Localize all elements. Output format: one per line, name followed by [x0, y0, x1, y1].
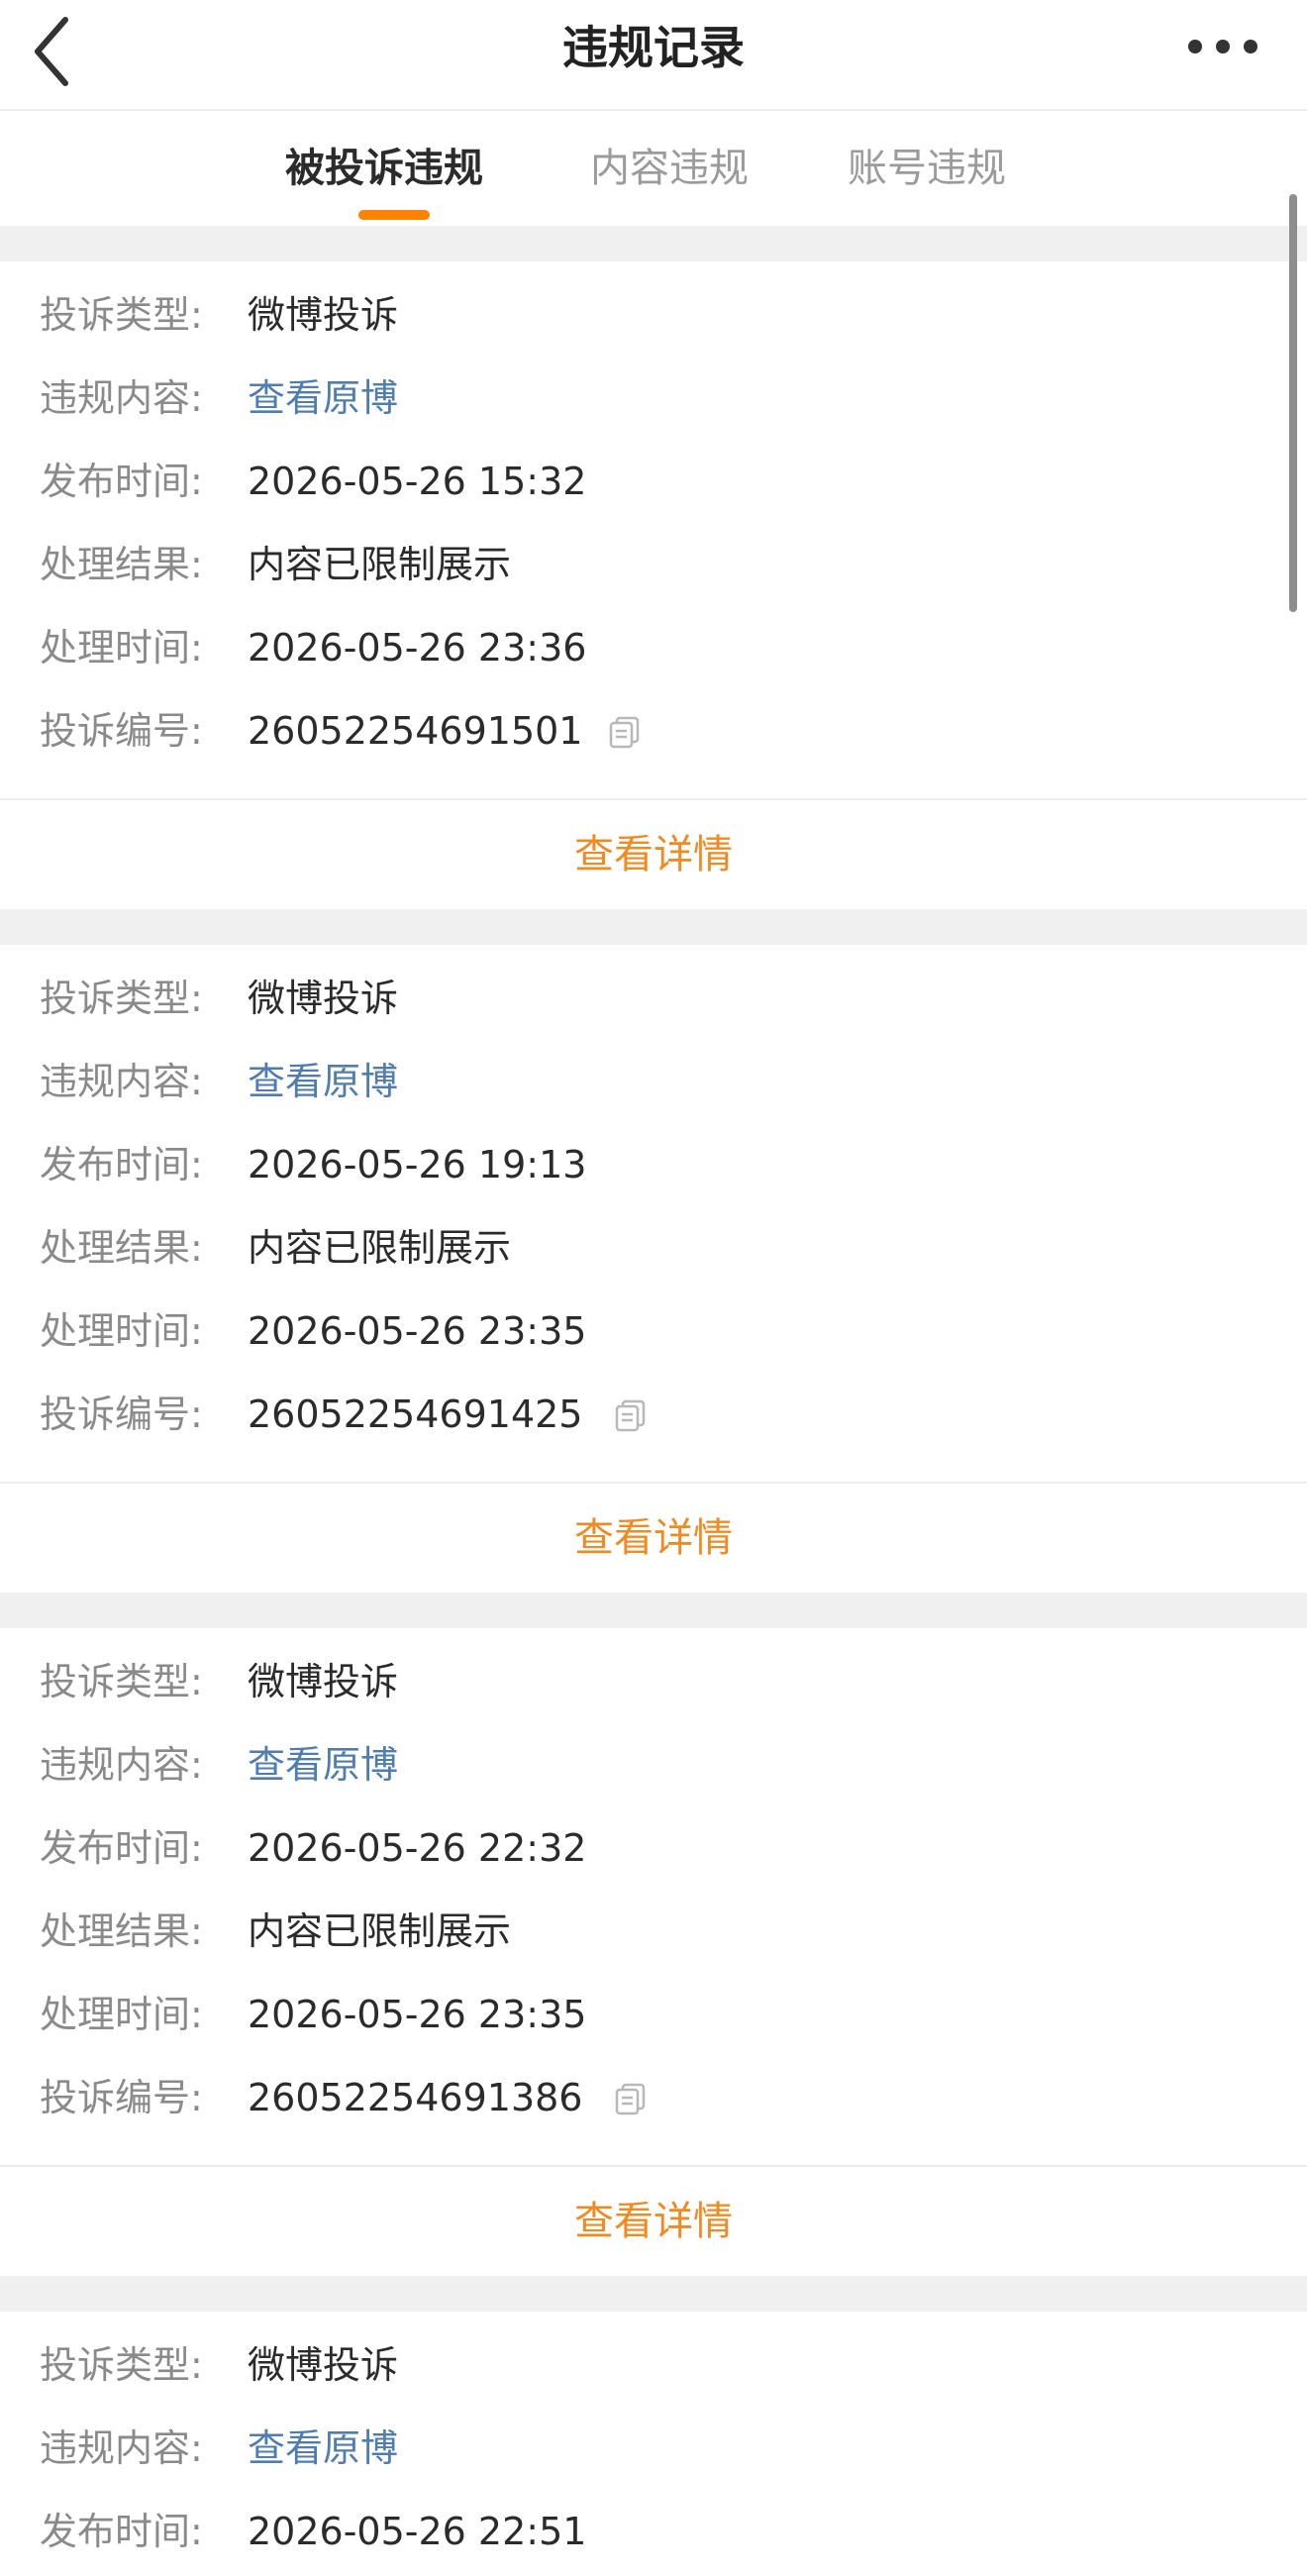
- copy-icon[interactable]: [614, 2082, 648, 2115]
- complaint-type-value: 微博投诉: [248, 1660, 399, 1703]
- record-row-content: 违规内容: 查看原博: [0, 1735, 1307, 1795]
- field-label: 发布时间:: [40, 1826, 203, 1870]
- more-horizontal-icon: [1216, 40, 1230, 53]
- page-title: 违规记录: [562, 21, 745, 74]
- complaint-type-value: 微博投诉: [248, 977, 399, 1020]
- section-separator: [0, 226, 1307, 261]
- complaint-number-value: 26052254691425: [248, 1392, 583, 1436]
- record-row-process-time: 处理时间: 2026-05-26 23:35: [0, 1985, 1307, 2044]
- field-label: 违规内容:: [40, 376, 203, 420]
- field-label: 违规内容:: [40, 1743, 203, 1787]
- field-label: 发布时间:: [40, 2510, 203, 2553]
- app-root: 违规记录 被投诉违规 内容违规 账号违规 投诉类型: 微博投诉 违规内容: 查看…: [0, 0, 1307, 2576]
- view-original-post-link[interactable]: 查看原博: [248, 1052, 398, 1111]
- field-label: 违规内容:: [40, 2426, 203, 2470]
- result-value: 内容已限制展示: [248, 1226, 512, 1270]
- view-original-post-link[interactable]: 查看原博: [248, 368, 398, 428]
- record-card: 投诉类型: 微博投诉 违规内容: 查看原博 发布时间: 2026-05-26 2…: [0, 2312, 1307, 2576]
- field-label: 处理结果:: [40, 1909, 203, 1953]
- record-card: 投诉类型: 微博投诉 违规内容: 查看原博 发布时间: 2026-05-26 1…: [0, 261, 1307, 909]
- tab-bar: 被投诉违规 内容违规 账号违规: [0, 111, 1307, 226]
- field-label: 投诉类型:: [40, 977, 203, 1020]
- field-label: 处理结果:: [40, 1226, 203, 1270]
- record-row-publish-time: 发布时间: 2026-05-26 22:32: [0, 1818, 1307, 1878]
- process-time-value: 2026-05-26 23:35: [248, 1309, 587, 1353]
- field-label: 投诉编号:: [40, 2076, 203, 2119]
- section-separator: [0, 1593, 1307, 1628]
- record-row-publish-time: 发布时间: 2026-05-26 19:13: [0, 1135, 1307, 1194]
- view-details-button[interactable]: 查看详情: [0, 2167, 1307, 2276]
- record-row-type: 投诉类型: 微博投诉: [0, 285, 1307, 345]
- record-row-type: 投诉类型: 微博投诉: [0, 969, 1307, 1028]
- more-horizontal-icon: [1244, 40, 1257, 53]
- field-label: 投诉编号:: [40, 709, 203, 753]
- field-label: 处理时间:: [40, 1993, 203, 2036]
- record-row-process-time: 处理时间: 2026-05-26 23:36: [0, 618, 1307, 677]
- section-separator: [0, 909, 1307, 945]
- view-original-post-link[interactable]: 查看原博: [248, 1735, 398, 1795]
- field-label: 投诉类型:: [40, 293, 203, 337]
- field-label: 处理结果:: [40, 543, 203, 586]
- record-row-process-time: 处理时间: 2026-05-26 23:35: [0, 1301, 1307, 1361]
- nav-header: 违规记录: [0, 0, 1307, 111]
- complaint-number-value: 26052254691501: [248, 709, 583, 753]
- scrollbar-thumb[interactable]: [1289, 194, 1297, 612]
- result-value: 内容已限制展示: [248, 543, 512, 586]
- tab-account-violation[interactable]: 账号违规: [848, 141, 1006, 196]
- complaint-type-value: 微博投诉: [248, 2343, 399, 2387]
- record-row-type: 投诉类型: 微博投诉: [0, 2335, 1307, 2395]
- record-row-content: 违规内容: 查看原博: [0, 368, 1307, 428]
- record-row-result: 处理结果: 内容已限制展示: [0, 1902, 1307, 1961]
- field-label: 发布时间:: [40, 1143, 203, 1186]
- publish-time-value: 2026-05-26 22:51: [248, 2510, 587, 2553]
- field-label: 违规内容:: [40, 1060, 203, 1103]
- view-original-post-link[interactable]: 查看原博: [248, 2419, 398, 2478]
- record-row-type: 投诉类型: 微博投诉: [0, 1652, 1307, 1711]
- record-row-result: 处理结果: 内容已限制展示: [0, 535, 1307, 594]
- field-label: 投诉类型:: [40, 2343, 203, 2387]
- record-row-number: 投诉编号: 26052254691425: [0, 1385, 1307, 1444]
- record-card: 投诉类型: 微博投诉 违规内容: 查看原博 发布时间: 2026-05-26 2…: [0, 1628, 1307, 2276]
- field-label: 处理时间:: [40, 626, 203, 670]
- record-row-publish-time: 发布时间: 2026-05-26 22:51: [0, 2502, 1307, 2561]
- publish-time-value: 2026-05-26 19:13: [248, 1143, 587, 1186]
- section-separator: [0, 2276, 1307, 2312]
- copy-icon[interactable]: [608, 715, 642, 749]
- view-details-button[interactable]: 查看详情: [0, 800, 1307, 909]
- complaint-number-value: 26052254691386: [248, 2076, 583, 2119]
- record-row-number: 投诉编号: 26052254691501: [0, 701, 1307, 761]
- record-row-number: 投诉编号: 26052254691386: [0, 2068, 1307, 2127]
- record-row-publish-time: 发布时间: 2026-05-26 15:32: [0, 452, 1307, 511]
- result-value: 内容已限制展示: [248, 1909, 512, 1953]
- more-button[interactable]: [1180, 22, 1269, 69]
- active-tab-indicator: [358, 210, 430, 220]
- record-row-content: 违规内容: 查看原博: [0, 2419, 1307, 2478]
- field-label: 处理时间:: [40, 1309, 203, 1353]
- record-card: 投诉类型: 微博投诉 违规内容: 查看原博 发布时间: 2026-05-26 1…: [0, 945, 1307, 1593]
- complaint-type-value: 微博投诉: [248, 293, 399, 337]
- publish-time-value: 2026-05-26 15:32: [248, 460, 587, 503]
- view-details-button[interactable]: 查看详情: [0, 1484, 1307, 1593]
- field-label: 投诉类型:: [40, 1660, 203, 1703]
- process-time-value: 2026-05-26 23:36: [248, 626, 587, 670]
- record-row-content: 违规内容: 查看原博: [0, 1052, 1307, 1111]
- record-row-result: 处理结果: 内容已限制展示: [0, 1218, 1307, 1278]
- process-time-value: 2026-05-26 23:35: [248, 1993, 587, 2036]
- copy-icon[interactable]: [614, 1398, 648, 1432]
- publish-time-value: 2026-05-26 22:32: [248, 1826, 587, 1870]
- tab-complaint-violation[interactable]: 被投诉违规: [285, 141, 483, 196]
- field-label: 发布时间:: [40, 460, 203, 503]
- more-horizontal-icon: [1188, 40, 1202, 53]
- field-label: 投诉编号:: [40, 1392, 203, 1436]
- tab-content-violation[interactable]: 内容违规: [590, 141, 749, 196]
